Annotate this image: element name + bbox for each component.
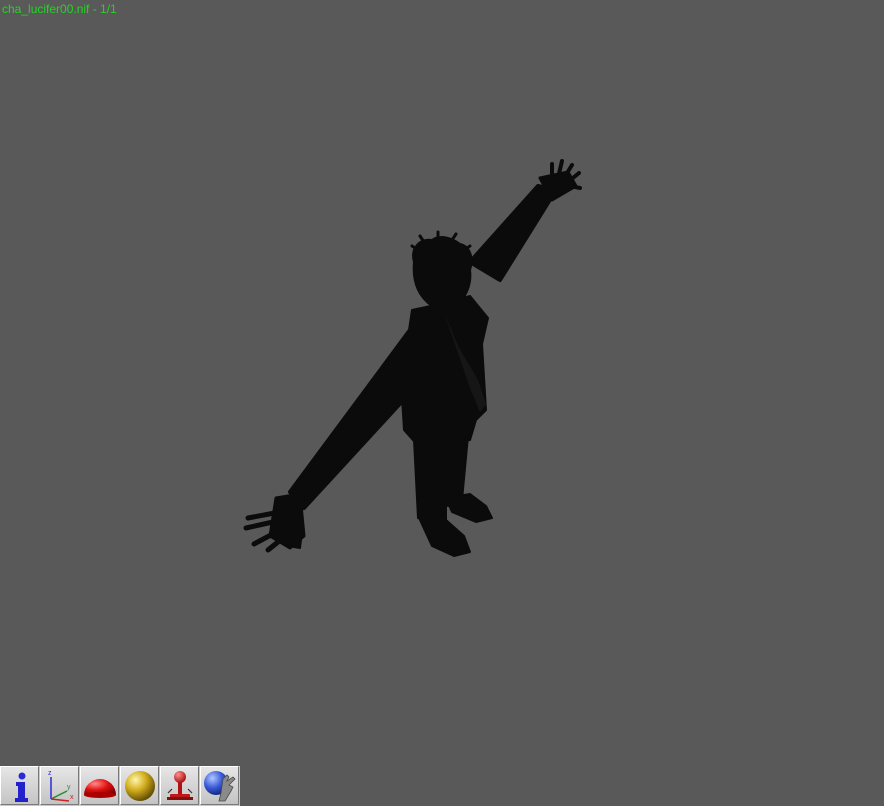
joystick-button[interactable] <box>160 766 199 805</box>
svg-text:y: y <box>67 784 71 791</box>
axes-button[interactable]: z y x <box>40 766 79 805</box>
svg-text:z: z <box>48 770 52 777</box>
red-hemisphere-icon <box>83 778 116 798</box>
gold-sphere-icon <box>124 770 155 801</box>
hemisphere-button[interactable] <box>80 766 119 805</box>
info-button[interactable] <box>0 766 39 805</box>
globe-hand-icon <box>203 770 236 801</box>
viewer-toolbar: z y x <box>0 766 240 806</box>
svg-text:x: x <box>70 794 74 801</box>
sphere-button[interactable] <box>120 766 159 805</box>
axes-icon: z y x <box>48 770 74 802</box>
3d-viewport[interactable]: cha_lucifer00.nif - 1/1 z y x <box>0 0 884 806</box>
joystick-icon <box>166 770 193 800</box>
character-model-silhouette <box>243 159 582 557</box>
globe-hand-button[interactable] <box>200 766 239 805</box>
info-icon <box>14 772 28 802</box>
